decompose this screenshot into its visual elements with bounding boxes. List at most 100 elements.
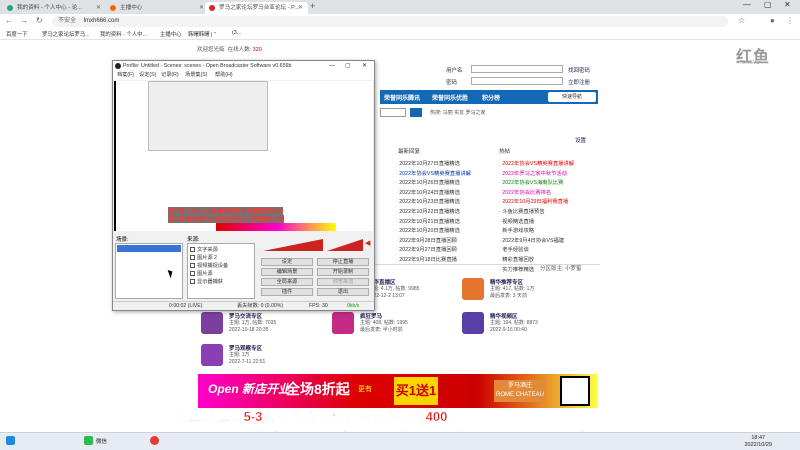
speaker-icon[interactable]: ◀	[365, 239, 370, 247]
list-item[interactable]: 2022年10月29日福利赛直播	[499, 198, 574, 208]
list-item[interactable]: 2022年协会VS精英赛直播讲解	[396, 170, 471, 180]
stop-stream-button[interactable]: 停止直播	[317, 258, 369, 266]
list-item[interactable]: 2022年10月27日直播精选	[396, 160, 471, 170]
exit-button[interactable]: 退出	[317, 288, 369, 296]
menu-item[interactable]: 场景集(S)	[185, 71, 207, 80]
new-tab-button[interactable]: +	[310, 1, 315, 11]
start-record-button[interactable]: 开始录制	[317, 268, 369, 276]
list-item[interactable]: 2022年10月22日直播精选	[396, 208, 471, 218]
maximize-icon[interactable]: ▢	[764, 0, 772, 9]
list-item[interactable]: 2022年10月21日直播精选	[396, 218, 471, 228]
settings-link[interactable]: 设置	[575, 136, 586, 144]
tab-streamer-center[interactable]: 主播中心 ✕	[106, 2, 209, 14]
menu-item[interactable]: 设定(S)	[139, 71, 156, 80]
forum-item[interactable]: 精华视频区 主题: 194, 帖数: 8873 2022-9-16 00:40	[462, 312, 602, 342]
global-sources-button[interactable]: 全局来源	[261, 278, 313, 286]
source-item[interactable]: 显示器捕获	[190, 278, 223, 285]
back-icon[interactable]: ←	[5, 16, 13, 25]
menu-item[interactable]: 记录(R)	[161, 71, 179, 80]
search-button[interactable]	[410, 108, 422, 117]
ad-banner[interactable]: Open 新店开业 全场8折起 更有 买1送1 罗马酒庄 ROME CHATEAU	[198, 374, 598, 408]
source-item[interactable]: 文字来源	[190, 246, 218, 253]
start-icon[interactable]	[6, 436, 18, 449]
minimize-icon[interactable]: —	[743, 0, 751, 9]
system-clock[interactable]: 18:47 2022/10/29	[744, 435, 772, 449]
close-icon[interactable]: ✕	[298, 2, 303, 14]
list-item[interactable]: 2022年协会VS精英赛直播讲解	[499, 160, 574, 170]
list-item[interactable]: 2022年10月24日直播精选	[396, 189, 471, 199]
forum-item[interactable]: 罗马观察专区 主题: 1万 2022-7-11 22:51	[201, 344, 341, 374]
register-link[interactable]: 立即注册	[568, 78, 590, 86]
profile-icon[interactable]: ●	[770, 16, 775, 25]
menu-icon[interactable]: ⋮	[786, 16, 794, 25]
desktop-volume-meter[interactable]	[263, 239, 323, 251]
list-item[interactable]: 老手经验谈	[499, 246, 574, 256]
hot-search: 热搜: 马丽 实友 罗马之家	[430, 110, 486, 116]
nav-item[interactable]: 荣誉同乐优胜	[432, 93, 468, 102]
browser-tab-bar: 我的资料 - 个人中心 - 论... ✕ 主播中心 ✕ 罗马之家论坛罗马台亚论坛…	[0, 0, 800, 14]
chrome-icon[interactable]	[150, 436, 162, 449]
bookmark-item[interactable]: 我的资料 - 个人中...	[100, 30, 147, 38]
maximize-icon[interactable]: ▢	[345, 61, 351, 71]
forum-item[interactable]: 罗马交流专区 主题: 1万, 帖数: 7035 2022-10-18 20:35	[201, 312, 341, 342]
url-field[interactable]: 不安全 lmxh666.com	[52, 16, 728, 27]
bookmarks-bar: 百度一下 罗马之家论坛罗马... 我的资料 - 个人中... 主播中心 韩曙韩曙…	[0, 29, 800, 40]
bookmark-item[interactable]: (3...	[232, 30, 241, 36]
forum-icon	[332, 312, 354, 334]
close-icon[interactable]: ✕	[96, 2, 101, 14]
scene-item[interactable]	[117, 245, 181, 252]
username-input[interactable]	[471, 65, 563, 73]
edit-scene-button[interactable]: 编辑场景	[261, 268, 313, 276]
wechat-taskbar-item[interactable]: 微信	[84, 436, 107, 449]
preview-overlay-text: 第三场 协会鹰仔 (3分钟死1农) 4-1滴滴箭马王彬	[168, 215, 284, 223]
mic-volume-meter[interactable]	[327, 239, 363, 251]
reload-icon[interactable]: ↻	[36, 16, 43, 25]
close-icon[interactable]: ✕	[199, 2, 204, 14]
preview-stream-button[interactable]: 预览串流	[317, 278, 369, 286]
minimize-icon[interactable]: —	[329, 61, 335, 71]
list-item[interactable]: 2022年10月20日直播精选	[396, 227, 471, 237]
quick-nav-button[interactable]: 快速导航	[548, 92, 596, 102]
forgot-password-link[interactable]: 找回密码	[568, 66, 590, 74]
list-item[interactable]: 新手游戏攻略	[499, 227, 574, 237]
list-item[interactable]: 2022年协会VS海南队比赛	[499, 179, 574, 189]
source-item[interactable]: 视频捕捉设备	[190, 262, 228, 269]
bookmark-item[interactable]: 韩曙韩曙 | "	[188, 30, 216, 38]
forward-icon[interactable]: →	[20, 16, 28, 25]
checkbox-icon	[190, 263, 195, 268]
site-logo-sub: HONGYU	[738, 60, 760, 66]
list-item[interactable]: 2022年10月23日直播精选	[396, 198, 471, 208]
bookmark-item[interactable]: 主播中心	[160, 30, 182, 38]
tab-forum[interactable]: 罗马之家论坛罗马台亚论坛 - P... ✕	[205, 2, 308, 14]
list-item[interactable]: 2022年10月26日直播精选	[396, 179, 471, 189]
list-item[interactable]: 2022年9月27日直播回顾	[396, 246, 471, 256]
forum-item[interactable]: 疯狂罗马 主题: 408, 帖数: 1995 最后发表: 半小时前	[332, 312, 472, 342]
list-item[interactable]: 2022年9月28日直播回顾	[396, 237, 471, 247]
list-item[interactable]: 斗鱼比赛直播预告	[499, 208, 574, 218]
list-item[interactable]: 2022年9月4日协会VS福建	[499, 237, 574, 247]
list-item[interactable]: 2022年罗马之家中秋节活动	[499, 170, 574, 180]
plugins-button[interactable]: 插件	[261, 288, 313, 296]
star-icon[interactable]: ☆	[738, 16, 745, 25]
sources-list[interactable]: 文字来源 图片源 2 视频捕捉设备 图片源 显示器捕获	[187, 243, 255, 299]
list-item[interactable]: 视频精选直播	[499, 218, 574, 228]
settings-button[interactable]: 设定	[261, 258, 313, 266]
password-input[interactable]	[471, 77, 563, 85]
scenes-label: 场景:	[116, 237, 129, 243]
close-window-icon[interactable]: ✕	[784, 0, 791, 9]
scenes-list[interactable]	[115, 243, 183, 299]
favicon-icon	[110, 5, 116, 11]
bookmark-item[interactable]: 罗马之家论坛罗马...	[42, 30, 90, 38]
nav-item[interactable]: 荣誉同乐腾讯	[384, 93, 420, 102]
search-input[interactable]	[380, 108, 406, 117]
menu-item[interactable]: 档案(F)	[117, 71, 134, 80]
close-icon[interactable]: ✕	[362, 61, 367, 71]
source-item[interactable]: 图片源 2	[190, 254, 217, 261]
forum-item[interactable]: 精华推荐专区 主题: 417, 帖数: 1万 最后发表: 3 天前	[462, 278, 602, 308]
tab-my-profile[interactable]: 我的资料 - 个人中心 - 论... ✕	[3, 2, 106, 14]
nav-item[interactable]: 积分榜	[482, 93, 500, 102]
list-item[interactable]: 2022年协会比赛排名	[499, 189, 574, 199]
bookmark-item[interactable]: 百度一下	[6, 30, 28, 38]
menu-item[interactable]: 帮助(H)	[215, 71, 233, 80]
source-item[interactable]: 图片源	[190, 270, 213, 277]
